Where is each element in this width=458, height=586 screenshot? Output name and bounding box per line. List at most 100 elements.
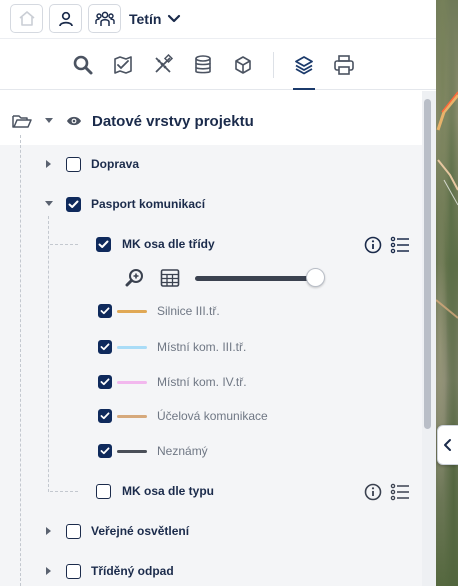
search-tool[interactable] xyxy=(70,52,96,78)
zoom-to-layer-icon[interactable] xyxy=(125,268,145,288)
user-icon xyxy=(58,11,73,26)
map-view[interactable] xyxy=(436,0,458,586)
scrollbar-thumb[interactable] xyxy=(424,99,431,429)
print-tool[interactable] xyxy=(331,52,357,78)
layer-group-checkbox[interactable] xyxy=(66,196,81,212)
map-check-tool[interactable] xyxy=(110,52,136,78)
layers-root-title: Datové vrstvy projektu xyxy=(92,112,254,130)
expand-caret[interactable] xyxy=(44,566,54,576)
measure-icon xyxy=(155,54,174,73)
sublayer-checkbox[interactable] xyxy=(96,483,111,499)
tools-bar xyxy=(0,38,436,90)
opacity-slider-track[interactable] xyxy=(195,276,317,281)
info-icon[interactable] xyxy=(364,236,382,254)
legend-item-checkbox[interactable] xyxy=(98,304,112,318)
legend-item-checkbox[interactable] xyxy=(98,340,112,354)
check-icon xyxy=(98,240,109,248)
layer-group-pasport: Pasport komunikací xyxy=(44,193,205,215)
sublayer-label: MK osa dle typu xyxy=(122,484,215,498)
legend-swatch xyxy=(117,414,147,418)
legend-item-label: Neznámý xyxy=(157,444,208,458)
sublayer-mk-osa-typu: MK osa dle typu xyxy=(96,480,214,502)
expand-caret[interactable] xyxy=(44,159,54,169)
legend-swatch xyxy=(117,309,147,313)
project-selector[interactable]: Tetín xyxy=(129,11,181,27)
legend-item: Místní kom. IV.tř. xyxy=(98,371,247,393)
legend-list-icon[interactable] xyxy=(390,236,410,254)
legend-swatch xyxy=(117,380,147,384)
sublayer-label: MK osa dle třídy xyxy=(122,237,215,251)
legend-item-checkbox[interactable] xyxy=(98,444,112,458)
caret-right-icon xyxy=(46,160,51,168)
print-icon xyxy=(334,55,354,75)
caret-down-icon xyxy=(45,118,53,123)
caret-right-icon xyxy=(46,567,51,575)
database-tool[interactable] xyxy=(190,52,216,78)
database-icon xyxy=(195,55,211,74)
home-button[interactable] xyxy=(10,4,43,33)
caret-right-icon xyxy=(46,527,51,535)
legend-item-label: Účelová komunikace xyxy=(157,409,268,423)
legend-item: Neznámý xyxy=(98,440,208,462)
users-group-button[interactable] xyxy=(88,4,121,33)
legend-item: Účelová komunikace xyxy=(98,405,268,427)
check-icon xyxy=(100,447,110,455)
layer-group-checkbox[interactable] xyxy=(66,156,81,172)
legend-item-label: Místní kom. III.tř. xyxy=(157,340,247,354)
check-icon xyxy=(100,378,110,386)
users-group-icon xyxy=(94,11,115,26)
layer-group-checkbox[interactable] xyxy=(66,563,81,579)
layers-root-row: Datové vrstvy projektu xyxy=(12,109,254,133)
legend-item-label: Silnice III.tř. xyxy=(157,304,220,318)
layer-group-verejne-osvetleni: Veřejné osvětlení xyxy=(44,520,189,542)
legend-list-icon[interactable] xyxy=(390,483,410,501)
cube-icon xyxy=(235,56,251,74)
expand-caret[interactable] xyxy=(44,526,54,536)
attribute-table-icon[interactable] xyxy=(160,268,180,288)
legend-item: Silnice III.tř. xyxy=(98,300,220,322)
layers-panel: Datové vrstvy projektu Doprava Pasport k… xyxy=(0,91,436,586)
toolbar-divider xyxy=(273,52,274,78)
sublayer-checkbox[interactable] xyxy=(96,236,111,252)
opacity-slider-thumb[interactable] xyxy=(306,268,325,287)
layer-group-checkbox[interactable] xyxy=(66,523,81,539)
check-icon xyxy=(100,412,110,420)
info-icon[interactable] xyxy=(364,483,382,501)
layer-group-label: Doprava xyxy=(91,157,140,171)
chevron-down-icon xyxy=(168,14,181,22)
collapse-caret[interactable] xyxy=(44,199,54,209)
sublayer-mk-osa-tridy: MK osa dle třídy xyxy=(96,233,215,255)
collapse-caret[interactable] xyxy=(44,116,54,126)
eye-icon[interactable] xyxy=(66,115,82,127)
chevron-left-icon xyxy=(444,439,451,451)
legend-item-checkbox[interactable] xyxy=(98,375,112,389)
cube-tool[interactable] xyxy=(230,52,256,78)
layer-group-doprava: Doprava xyxy=(44,153,139,175)
tree-line xyxy=(50,491,78,492)
user-button[interactable] xyxy=(49,4,82,33)
project-name: Tetín xyxy=(129,10,162,27)
map-roads xyxy=(436,91,458,319)
check-icon xyxy=(100,343,110,351)
map-check-icon xyxy=(114,56,132,74)
collapse-panel-button[interactable] xyxy=(437,425,458,465)
layer-group-label: Pasport komunikací xyxy=(91,197,206,211)
folder-open-icon[interactable] xyxy=(12,113,32,129)
tree-line xyxy=(50,244,78,245)
top-bar: Tetín xyxy=(0,0,436,37)
legend-item-checkbox[interactable] xyxy=(98,409,112,423)
legend-swatch xyxy=(117,345,147,349)
home-icon xyxy=(18,11,35,26)
layer-group-trideny-odpad: Tříděný odpad xyxy=(44,560,174,582)
search-icon xyxy=(73,55,93,75)
layers-tool[interactable] xyxy=(291,52,317,78)
check-icon xyxy=(100,307,110,315)
active-tool-indicator xyxy=(293,88,315,90)
legend-swatch xyxy=(117,449,147,453)
caret-down-icon xyxy=(45,201,53,206)
legend-item-label: Místní kom. IV.tř. xyxy=(157,375,247,389)
measure-tool[interactable] xyxy=(150,52,176,78)
layer-group-label: Tříděný odpad xyxy=(91,564,174,578)
tree-line xyxy=(20,135,21,586)
check-icon xyxy=(68,200,79,208)
